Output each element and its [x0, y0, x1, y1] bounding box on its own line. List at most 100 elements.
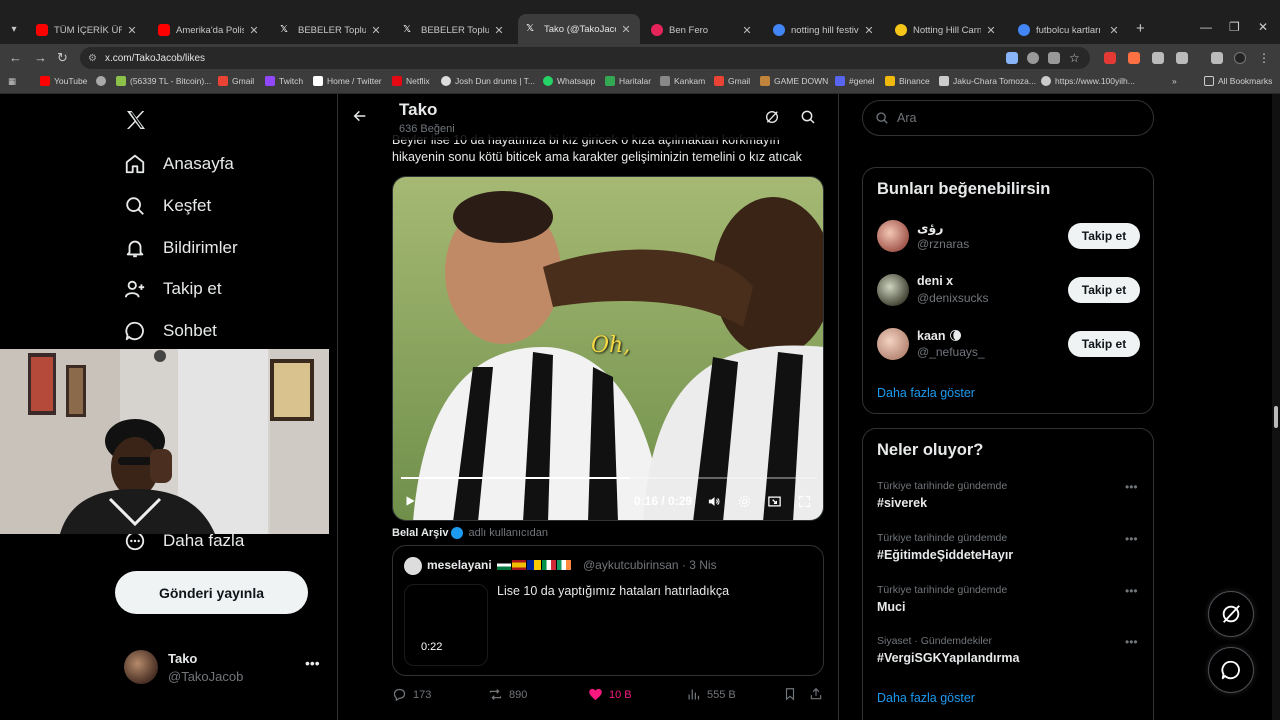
bookmark-gmail[interactable]: Gmail [218, 76, 254, 86]
grok-icon[interactable] [764, 109, 780, 125]
extension-icon[interactable] [1104, 52, 1116, 64]
settings-gear-icon[interactable] [737, 494, 752, 512]
close-icon[interactable]: ✕ [1108, 24, 1120, 37]
video-source[interactable]: Belal Arşiv adlı kullanıcıdan [392, 527, 548, 539]
extension-icon[interactable] [1152, 52, 1164, 64]
bookmark-twitter[interactable]: Home / Twitter [313, 76, 382, 86]
close-icon[interactable]: ✕ [370, 24, 382, 37]
bookmark-gmail-2[interactable]: Gmail [714, 76, 750, 86]
back-icon[interactable]: ← [9, 50, 22, 65]
browser-tab-8[interactable]: Notting Hill Carnival ✕ [887, 18, 1005, 42]
profile-avatar[interactable] [1234, 52, 1246, 64]
all-bookmarks[interactable]: All Bookmarks [1204, 76, 1272, 86]
bookmark-youtube[interactable]: YouTube [40, 76, 87, 86]
source-name[interactable]: Belal Arşiv [392, 527, 448, 539]
show-more-link[interactable]: Daha fazla göster [877, 691, 975, 705]
nav-item-follow[interactable]: Takip et [124, 278, 222, 300]
follow-button[interactable]: Takip et [1068, 223, 1140, 249]
bookmark-twitch[interactable]: Twitch [265, 76, 303, 86]
show-more-link[interactable]: Daha fazla göster [877, 386, 975, 400]
bookmark-bitcoin[interactable]: (56339 TL - Bitcoin)... [116, 76, 211, 86]
bookmark-josh-dun[interactable]: Josh Dun drums | T... [441, 76, 535, 86]
new-tab-button[interactable]: + [1136, 20, 1145, 37]
follow-button[interactable]: Takip et [1068, 277, 1140, 303]
more-options-icon[interactable]: ••• [1125, 480, 1138, 494]
bookmark-game-down[interactable]: GAME DOWN [760, 76, 828, 86]
video-progress-bar[interactable] [401, 477, 817, 479]
suggestion-item[interactable]: رؤى @rznaras Takip et [877, 217, 1141, 257]
quoted-video-thumbnail[interactable]: 0:22 [404, 584, 488, 666]
tweet-video[interactable]: Oh, 0:16 / 0:29 [392, 176, 824, 521]
maximize-icon[interactable]: ❐ [1229, 20, 1240, 34]
tab-search-icon[interactable]: ▾ [4, 20, 24, 40]
nav-item-chat[interactable]: Sohbet [124, 320, 217, 342]
bookmark-jaku[interactable]: Jaku-Chara Tomoza... [939, 76, 1036, 86]
close-icon[interactable]: ✕ [863, 24, 875, 37]
browser-tab-3[interactable]: 𝕏 BEBELER Topluluk / X ✕ [272, 18, 390, 42]
nav-item-home[interactable]: Anasayfa [124, 153, 234, 175]
page-scrollbar[interactable] [1272, 94, 1280, 720]
browser-menu-icon[interactable]: ⋮ [1258, 52, 1270, 64]
site-info-icon[interactable]: ⚙ [88, 53, 97, 64]
address-bar[interactable]: ⚙ x.com/TakoJacob/likes [80, 47, 1090, 69]
bookmark-maps[interactable]: Haritalar [605, 76, 651, 86]
zoom-icon[interactable] [1027, 52, 1039, 64]
more-options-icon[interactable]: ••• [305, 655, 320, 671]
like-button[interactable]: 10 B [588, 687, 632, 702]
play-icon[interactable] [403, 494, 417, 511]
search-icon[interactable] [800, 109, 816, 125]
bookmark-genel[interactable]: #genel [835, 76, 875, 86]
bookmark-kankam[interactable]: Kankam [660, 76, 705, 86]
fullscreen-icon[interactable] [797, 494, 812, 512]
volume-icon[interactable] [707, 494, 722, 512]
nav-item-explore[interactable]: Keşfet [124, 195, 211, 217]
close-icon[interactable]: ✕ [620, 23, 632, 36]
close-icon[interactable]: ✕ [126, 24, 138, 37]
search-input[interactable]: Ara [862, 100, 1154, 136]
post-button[interactable]: Gönderi yayınla [115, 571, 308, 614]
browser-tab-9[interactable]: futbolcu kartları old ✕ [1010, 18, 1128, 42]
trend-item[interactable]: Türkiye tarihinde gündemde Muci ••• [877, 584, 1141, 620]
messages-button[interactable] [1208, 647, 1254, 693]
bookmark-100yil[interactable]: https://www.100yilh... [1041, 76, 1135, 86]
browser-tab-6[interactable]: Ben Fero ✕ [643, 18, 761, 42]
views-button[interactable]: 555 B [686, 687, 736, 702]
bookmark-netflix[interactable]: Netflix [392, 76, 430, 86]
browser-tab-1[interactable]: TÜM İÇERİK ÜRETİCİ ✕ [28, 18, 146, 42]
grok-button[interactable] [1208, 591, 1254, 637]
bookmark-star-icon[interactable]: ☆ [1069, 52, 1081, 64]
bookmark-binance[interactable]: Binance [885, 76, 930, 86]
mini-player-icon[interactable] [767, 494, 782, 512]
trend-item[interactable]: Siyaset · Gündemdekiler #VergiSGKYapılan… [877, 635, 1141, 671]
browser-tab-4[interactable]: 𝕏 BEBELER Topluluk / X ✕ [395, 18, 513, 42]
close-icon[interactable]: ✕ [741, 24, 753, 37]
side-panel-icon[interactable] [1211, 52, 1223, 64]
extension-icon[interactable] [1128, 52, 1140, 64]
bookmarks-overflow-icon[interactable]: » [1172, 76, 1177, 86]
cast-icon[interactable] [1048, 52, 1060, 64]
minimize-icon[interactable]: — [1200, 20, 1212, 34]
apps-icon[interactable]: ▦ [8, 76, 16, 87]
follow-button[interactable]: Takip et [1068, 331, 1140, 357]
nav-item-notifications[interactable]: Bildirimler [124, 237, 238, 259]
scrollbar-thumb[interactable] [1274, 406, 1278, 428]
bookmark-whatsapp[interactable]: Whatsapp [543, 76, 595, 86]
translate-icon[interactable] [1006, 52, 1018, 64]
back-arrow-icon[interactable] [352, 108, 368, 129]
reply-button[interactable]: 173 [392, 687, 431, 702]
close-icon[interactable]: ✕ [985, 24, 997, 37]
account-switcher[interactable]: Tako @TakoJacob ••• [124, 649, 324, 689]
quoted-tweet[interactable]: meselayani @aykutcubirinsan · 3 Nis 0:22… [392, 545, 824, 676]
window-close-icon[interactable]: ✕ [1258, 20, 1268, 34]
more-options-icon[interactable]: ••• [1125, 635, 1138, 649]
repost-button[interactable]: 890 [488, 687, 527, 702]
close-icon[interactable]: ✕ [248, 24, 260, 37]
share-button[interactable] [809, 687, 829, 701]
suggestion-item[interactable]: deni x @denixsucks Takip et [877, 271, 1141, 311]
more-options-icon[interactable]: ••• [1125, 584, 1138, 598]
browser-tab-7[interactable]: notting hill festival - ✕ [765, 18, 883, 42]
browser-tab-5-active[interactable]: 𝕏 Tako (@TakoJacob) / ✕ [518, 14, 640, 44]
trend-item[interactable]: Türkiye tarihinde gündemde #EğitimdeŞidd… [877, 532, 1141, 568]
x-logo-icon[interactable] [124, 108, 150, 134]
close-icon[interactable]: ✕ [493, 24, 505, 37]
